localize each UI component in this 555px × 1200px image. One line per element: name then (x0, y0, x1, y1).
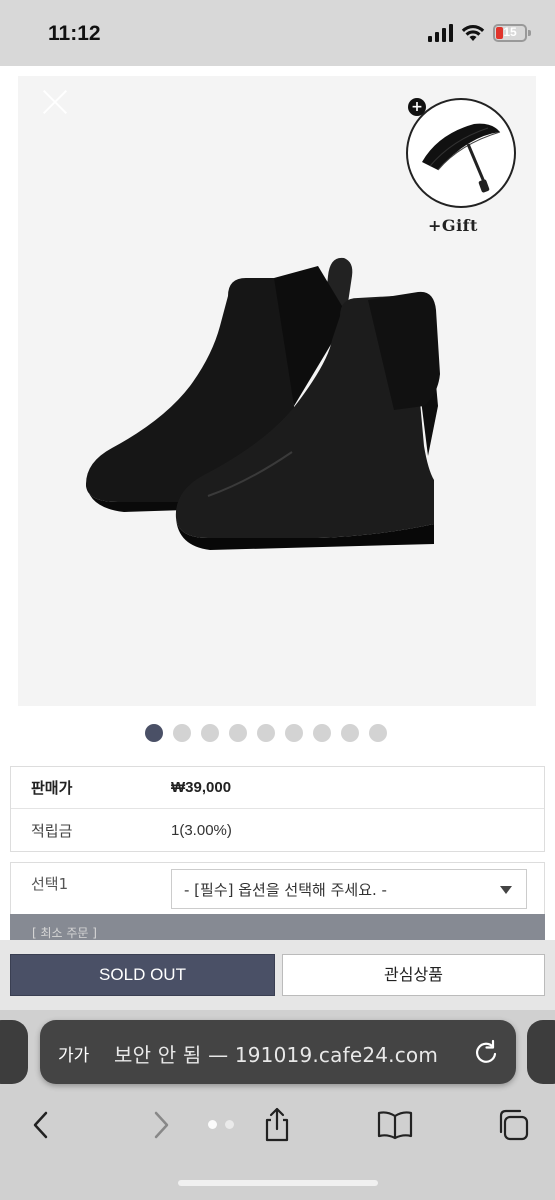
share-button[interactable] (252, 1100, 302, 1150)
page-settings-button[interactable]: 가가 (58, 1041, 89, 1066)
chevron-down-icon (500, 886, 512, 894)
gallery-dot[interactable] (312, 724, 331, 742)
boots-image (86, 257, 440, 550)
close-icon[interactable] (38, 86, 72, 120)
tabs-icon (499, 1109, 529, 1141)
gallery-dot[interactable] (256, 724, 275, 742)
chevron-left-icon (33, 1111, 48, 1139)
option-select[interactable]: - [필수] 옵션을 선택해 주세요. - (171, 869, 527, 909)
address-bar[interactable]: 가가 보안 안 됨 — 191019.cafe24.com (40, 1020, 516, 1084)
gallery-dot[interactable] (228, 724, 247, 742)
gallery-dot[interactable] (200, 724, 219, 742)
option-select-value: - [필수] 옵션을 선택해 주세요. - (184, 881, 387, 899)
points-label: 적립금 (31, 821, 73, 840)
gallery-dot[interactable] (172, 724, 191, 742)
price-label: 판매가 (31, 779, 73, 797)
product-page: + +Gift 판매가 ₩39,000 적립금 1(3.00%) 선택1 - [… (0, 66, 555, 940)
battery-percent: 15 (503, 25, 517, 39)
price-value: ₩39,000 (171, 779, 232, 796)
cellular-signal-icon (428, 24, 453, 42)
purchase-action-bar: SOLD OUT 관심상품 (0, 940, 555, 1010)
status-indicators: 15 (428, 24, 531, 42)
minimum-order-label: [ 최소 주문 ] (32, 926, 97, 940)
battery-icon: 15 (493, 24, 531, 42)
gallery-dot[interactable] (368, 724, 387, 742)
umbrella-icon (422, 123, 501, 193)
status-time: 11:12 (48, 22, 101, 45)
option-label: 선택1 (31, 875, 69, 893)
home-indicator (178, 1180, 378, 1186)
gift-badge: + (406, 98, 516, 208)
option-row: 선택1 - [필수] 옵션을 선택해 주세요. - (10, 862, 545, 922)
chevron-right-icon (154, 1111, 169, 1139)
minimum-order-bar: [ 최소 주문 ] (10, 914, 545, 940)
wishlist-button[interactable]: 관심상품 (282, 954, 545, 996)
product-info-table: 판매가 ₩39,000 적립금 1(3.00%) (10, 766, 545, 852)
product-image[interactable]: + +Gift (18, 76, 536, 706)
toolbar-page-dots (208, 1120, 234, 1129)
previous-tab-preview[interactable] (0, 1020, 28, 1084)
reload-icon[interactable] (472, 1038, 500, 1066)
forward-button[interactable] (136, 1100, 186, 1150)
share-icon (265, 1107, 289, 1142)
book-icon (377, 1111, 413, 1140)
sold-out-button[interactable]: SOLD OUT (10, 954, 275, 996)
gallery-dot[interactable] (144, 724, 163, 742)
status-bar: 11:12 15 (0, 0, 555, 66)
browser-nav-row (0, 1100, 555, 1160)
url-text[interactable]: 보안 안 됨 — 191019.cafe24.com (114, 1039, 438, 1068)
gallery-dot[interactable] (340, 724, 359, 742)
bookmarks-button[interactable] (370, 1100, 420, 1150)
tabs-button[interactable] (488, 1100, 538, 1150)
browser-toolbar: 가가 보안 안 됨 — 191019.cafe24.com (0, 1010, 555, 1200)
points-row: 적립금 1(3.00%) (11, 809, 544, 851)
price-row: 판매가 ₩39,000 (11, 767, 544, 809)
wifi-icon (461, 25, 485, 41)
gallery-dot[interactable] (284, 724, 303, 742)
back-button[interactable] (16, 1100, 66, 1150)
next-tab-preview[interactable] (527, 1020, 555, 1084)
points-value: 1(3.00%) (171, 821, 232, 839)
gift-label: +Gift (428, 216, 478, 235)
gallery-pagination (0, 724, 555, 742)
